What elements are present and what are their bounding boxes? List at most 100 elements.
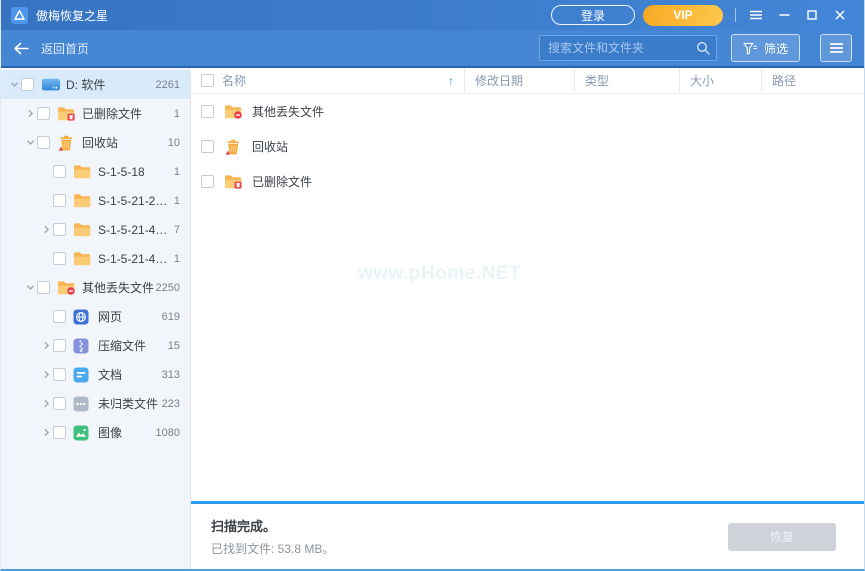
menu-button[interactable] <box>742 4 770 26</box>
chevron-right-icon[interactable] <box>23 109 37 118</box>
tree-item[interactable]: 文档 313 <box>1 360 190 389</box>
tree-item-checkbox[interactable] <box>53 368 66 381</box>
column-header-date[interactable]: 修改日期 <box>464 68 574 93</box>
tree-item-label: 其他丢失文件 <box>82 279 154 296</box>
lost-folder-icon <box>224 104 244 120</box>
tree-item-label: S-1-5-18 <box>98 165 145 179</box>
back-button[interactable]: 返回首页 <box>13 40 89 57</box>
tree-item-checkbox[interactable] <box>53 426 66 439</box>
tree-item-checkbox[interactable] <box>53 252 66 265</box>
tree-item-checkbox[interactable] <box>53 194 66 207</box>
folder-icon <box>73 251 93 267</box>
tree-item-count: 313 <box>162 369 190 381</box>
tree-item-checkbox[interactable] <box>37 136 50 149</box>
login-button[interactable]: 登录 <box>551 5 635 25</box>
filter-label: 筛选 <box>764 40 788 57</box>
tree-item[interactable]: 已删除文件 1 <box>1 99 190 128</box>
tree-item-label: D: 软件 <box>66 76 105 93</box>
table-row[interactable]: 已删除文件 <box>191 164 864 199</box>
chevron-right-icon[interactable] <box>39 370 53 379</box>
tree-item[interactable]: S-1-5-21-48438...1 <box>1 244 190 273</box>
sort-ascending-icon[interactable]: ↑ <box>448 74 454 88</box>
tree-item[interactable]: 图像 1080 <box>1 418 190 447</box>
tree-item-count: 1 <box>174 166 190 178</box>
tree-item-label: 回收站 <box>82 134 118 151</box>
app-title: 傲梅恢复之星 <box>36 7 108 24</box>
tree-item[interactable]: 网页619 <box>1 302 190 331</box>
toolbar: 返回首页 筛选 <box>1 30 864 68</box>
tree-item-count: 223 <box>162 398 190 410</box>
filter-button[interactable]: 筛选 <box>731 34 800 62</box>
tree-item-count: 1080 <box>156 427 190 439</box>
tree-item[interactable]: S-1-5-21-40292...7 <box>1 215 190 244</box>
tree-item[interactable]: S-1-5-21-22611...1 <box>1 186 190 215</box>
tree-item[interactable]: 其他丢失文件2250 <box>1 273 190 302</box>
minimize-button[interactable] <box>770 4 798 26</box>
web-icon <box>73 309 93 325</box>
main-panel: 名称↑修改日期类型大小路径 www.pHome.NET 其他丢失文件回收站已删除… <box>191 68 864 569</box>
chevron-right-icon[interactable] <box>39 341 53 350</box>
view-menu-button[interactable] <box>820 34 852 62</box>
column-header-type[interactable]: 类型 <box>574 68 679 93</box>
folder-icon <box>73 193 93 209</box>
tree-item-checkbox[interactable] <box>21 78 34 91</box>
tree-item-label: 文档 <box>98 366 122 383</box>
tree-item-label: 已删除文件 <box>82 105 142 122</box>
search-icon[interactable] <box>696 41 710 55</box>
close-button[interactable] <box>826 4 854 26</box>
document-icon <box>73 367 93 383</box>
back-arrow-icon <box>13 42 29 55</box>
column-header-label: 大小 <box>690 72 714 89</box>
chevron-right-icon[interactable] <box>39 225 53 234</box>
select-all-checkbox[interactable] <box>201 74 214 87</box>
column-header-path[interactable]: 路径 <box>761 68 864 93</box>
tree-item-checkbox[interactable] <box>37 107 50 120</box>
app-window: 傲梅恢复之星 登录 VIP 返回首页 <box>0 0 865 571</box>
row-checkbox[interactable] <box>201 105 214 118</box>
sidebar-tree: D: 软件2261 已删除文件 1 回收站10 S-1-5-18 1 S-1-5-21-22… <box>1 68 191 569</box>
column-header-name[interactable]: 名称↑ <box>191 68 464 93</box>
titlebar-separator <box>735 8 736 22</box>
folder-icon <box>73 164 93 180</box>
tree-item[interactable]: 回收站10 <box>1 128 190 157</box>
tree-item-count: 619 <box>162 311 190 323</box>
tree-item-label: S-1-5-21-22611... <box>98 194 174 208</box>
tree-item-checkbox[interactable] <box>53 310 66 323</box>
tree-item[interactable]: D: 软件2261 <box>1 70 190 99</box>
tree-item-count: 1 <box>174 108 190 120</box>
deleted-folder-icon <box>224 174 244 190</box>
status-bar: 扫描完成。 已找到文件: 53.8 MB。 恢复 <box>191 504 864 569</box>
titlebar: 傲梅恢复之星 登录 VIP <box>1 0 864 30</box>
tree-item-count: 7 <box>174 224 190 236</box>
tree-item[interactable]: S-1-5-18 1 <box>1 157 190 186</box>
table-row[interactable]: 回收站 <box>191 129 864 164</box>
tree-item-checkbox[interactable] <box>53 397 66 410</box>
file-name: 已删除文件 <box>252 173 312 190</box>
tree-item[interactable]: 未归类文件 223 <box>1 389 190 418</box>
tree-item-checkbox[interactable] <box>37 281 50 294</box>
vip-button[interactable]: VIP <box>643 5 723 26</box>
table-row[interactable]: 其他丢失文件 <box>191 94 864 129</box>
found-files-text: 已找到文件: 53.8 MB。 <box>211 540 334 557</box>
tree-item-label: 未归类文件 <box>98 395 158 412</box>
recover-button[interactable]: 恢复 <box>728 523 836 551</box>
maximize-button[interactable] <box>798 4 826 26</box>
tree-item-count: 15 <box>168 340 190 352</box>
tree-item-checkbox[interactable] <box>53 165 66 178</box>
tree-item-checkbox[interactable] <box>53 339 66 352</box>
row-checkbox[interactable] <box>201 175 214 188</box>
column-header-label: 类型 <box>585 72 609 89</box>
row-checkbox[interactable] <box>201 140 214 153</box>
tree-item-checkbox[interactable] <box>53 223 66 236</box>
search-input[interactable] <box>539 35 717 61</box>
file-name: 回收站 <box>252 138 288 155</box>
tree-item-label: 图像 <box>98 424 122 441</box>
column-header-label: 路径 <box>772 72 796 89</box>
chevron-down-icon[interactable] <box>23 283 37 292</box>
chevron-down-icon[interactable] <box>23 138 37 147</box>
tree-item[interactable]: 压缩文件15 <box>1 331 190 360</box>
chevron-down-icon[interactable] <box>7 80 21 89</box>
chevron-right-icon[interactable] <box>39 428 53 437</box>
chevron-right-icon[interactable] <box>39 399 53 408</box>
column-header-size[interactable]: 大小 <box>679 68 761 93</box>
